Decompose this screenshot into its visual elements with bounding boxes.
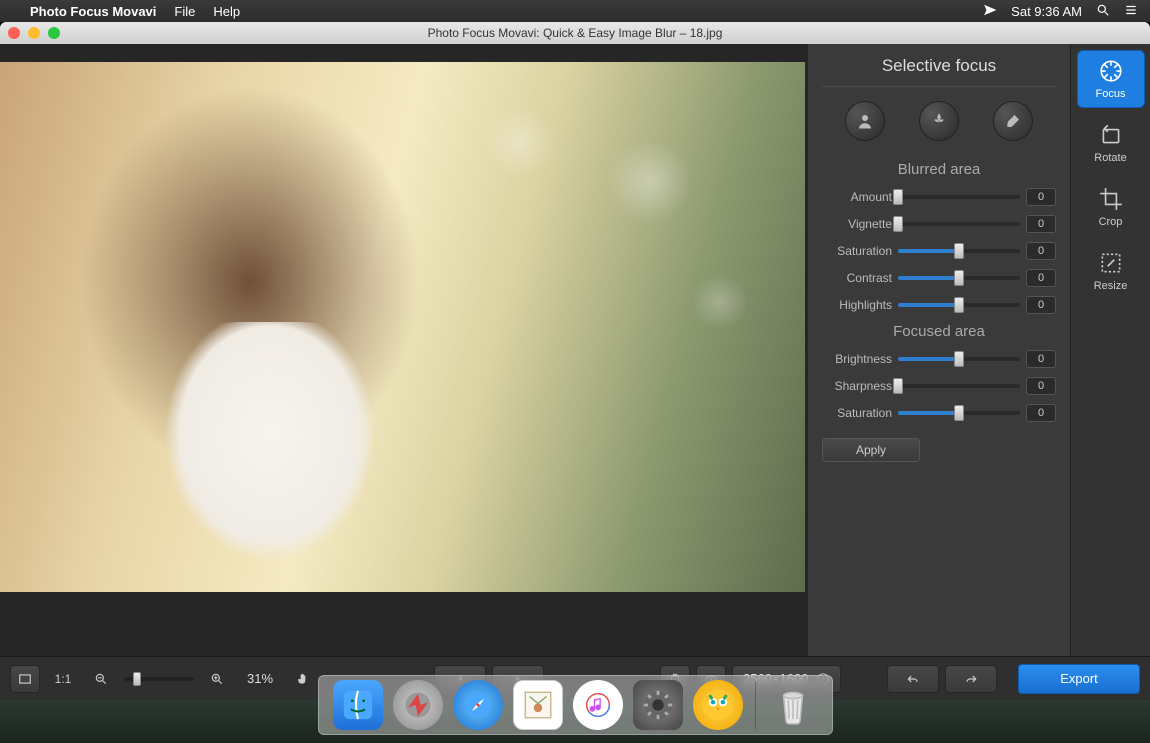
menubar-item-file[interactable]: File [174, 4, 195, 19]
tool-crop-label: Crop [1099, 216, 1123, 228]
blur-slider-contrast: Contrast 0 [822, 269, 1056, 287]
slider-track[interactable] [898, 357, 1020, 361]
menu-list-icon[interactable] [1124, 3, 1138, 20]
dock-safari[interactable] [453, 680, 503, 730]
dock-launchpad[interactable] [393, 680, 443, 730]
zoom-in-button[interactable] [202, 665, 232, 693]
slider-value[interactable]: 0 [1026, 242, 1056, 260]
slider-label: Saturation [822, 406, 892, 420]
pan-hand-button[interactable] [288, 665, 318, 693]
slider-track[interactable] [898, 384, 1020, 388]
slider-label: Saturation [822, 244, 892, 258]
tool-rotate-label: Rotate [1094, 152, 1126, 164]
tool-resize[interactable]: Resize [1077, 242, 1145, 300]
mode-macro-button[interactable] [919, 101, 959, 141]
slider-value[interactable]: 0 [1026, 296, 1056, 314]
slider-track[interactable] [898, 195, 1020, 199]
adjustments-panel: Selective focus Blurred area Amount0Vign… [808, 44, 1070, 656]
slider-value[interactable]: 0 [1026, 404, 1056, 422]
slider-label: Sharpness [822, 379, 892, 393]
slider-track[interactable] [898, 303, 1020, 307]
blurred-area-heading: Blurred area [822, 161, 1056, 178]
tool-rotate[interactable]: Rotate [1077, 114, 1145, 172]
macos-dock [318, 675, 833, 735]
slider-label: Highlights [822, 298, 892, 312]
dock-settings[interactable] [633, 680, 683, 730]
tool-focus[interactable]: Focus [1077, 50, 1145, 108]
zoom-out-button[interactable] [86, 665, 116, 693]
fit-screen-button[interactable] [10, 665, 40, 693]
image-canvas[interactable] [0, 44, 808, 656]
slider-track[interactable] [898, 249, 1020, 253]
dock-mail[interactable] [513, 680, 563, 730]
actual-size-label[interactable]: 1:1 [48, 665, 78, 693]
slider-value[interactable]: 0 [1026, 377, 1056, 395]
window-titlebar: Photo Focus Movavi: Quick & Easy Image B… [0, 22, 1150, 44]
tool-focus-label: Focus [1096, 88, 1126, 100]
desktop-strip [0, 700, 1150, 743]
slider-value[interactable]: 0 [1026, 188, 1056, 206]
dock-app-owl[interactable] [693, 680, 743, 730]
focus-slider-brightness: Brightness 0 [822, 350, 1056, 368]
slider-track[interactable] [898, 222, 1020, 226]
window-close-button[interactable] [8, 27, 20, 39]
blur-slider-vignette: Vignette 0 [822, 215, 1056, 233]
tool-crop[interactable]: Crop [1077, 178, 1145, 236]
focus-slider-saturation: Saturation 0 [822, 404, 1056, 422]
slider-track[interactable] [898, 276, 1020, 280]
blur-slider-saturation: Saturation 0 [822, 242, 1056, 260]
macos-menubar: Photo Focus Movavi File Help Sat 9:36 AM [0, 0, 1150, 22]
blur-slider-highlights: Highlights 0 [822, 296, 1056, 314]
window-maximize-button[interactable] [48, 27, 60, 39]
mode-portrait-button[interactable] [845, 101, 885, 141]
photo-preview [0, 62, 805, 592]
slider-value[interactable]: 0 [1026, 350, 1056, 368]
menubar-status-icon[interactable] [983, 3, 997, 20]
menubar-clock[interactable]: Sat 9:36 AM [1011, 4, 1082, 19]
tool-resize-label: Resize [1094, 280, 1128, 292]
slider-label: Brightness [822, 352, 892, 366]
export-button[interactable]: Export [1018, 664, 1140, 694]
zoom-slider[interactable] [124, 677, 194, 681]
slider-label: Vignette [822, 217, 892, 231]
apply-button[interactable]: Apply [822, 438, 920, 462]
undo-button[interactable] [887, 665, 939, 693]
slider-track[interactable] [898, 411, 1020, 415]
dock-music[interactable] [573, 680, 623, 730]
panel-title: Selective focus [822, 54, 1056, 87]
slider-label: Contrast [822, 271, 892, 285]
mode-brush-button[interactable] [993, 101, 1033, 141]
app-window: Photo Focus Movavi: Quick & Easy Image B… [0, 22, 1150, 700]
window-title: Photo Focus Movavi: Quick & Easy Image B… [428, 26, 723, 40]
blur-slider-amount: Amount 0 [822, 188, 1056, 206]
slider-value[interactable]: 0 [1026, 215, 1056, 233]
tool-strip: Focus Rotate Crop Resize [1070, 44, 1150, 656]
slider-value[interactable]: 0 [1026, 269, 1056, 287]
window-minimize-button[interactable] [28, 27, 40, 39]
focus-slider-sharpness: Sharpness 0 [822, 377, 1056, 395]
menubar-app-name[interactable]: Photo Focus Movavi [30, 4, 156, 19]
dock-trash[interactable] [768, 680, 818, 730]
dock-finder[interactable] [333, 680, 383, 730]
zoom-percent: 31% [240, 671, 280, 686]
dock-separator [755, 681, 756, 729]
redo-button[interactable] [945, 665, 997, 693]
spotlight-icon[interactable] [1096, 3, 1110, 20]
slider-label: Amount [822, 190, 892, 204]
menubar-item-help[interactable]: Help [213, 4, 240, 19]
focused-area-heading: Focused area [822, 323, 1056, 340]
